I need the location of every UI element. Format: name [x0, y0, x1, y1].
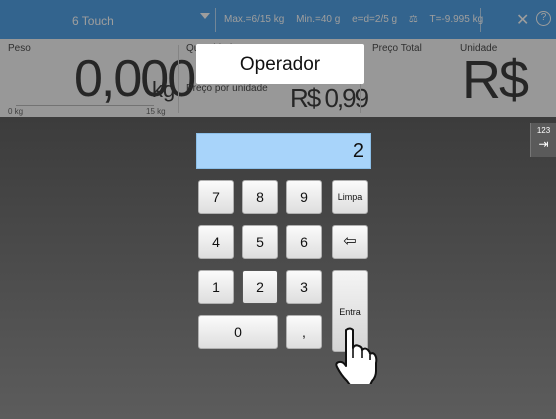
hand-cursor-icon — [335, 327, 378, 384]
key-3[interactable]: 3 — [286, 270, 322, 304]
side-panel[interactable]: 123 ⇥ — [530, 123, 556, 157]
key-4[interactable]: 4 — [198, 225, 234, 259]
key-1[interactable]: 1 — [198, 270, 234, 304]
backspace-icon[interactable]: ⇦ — [332, 225, 368, 259]
dialog-title-box: Operador — [196, 44, 364, 84]
key-8[interactable]: 8 — [242, 180, 278, 214]
side-panel-label: 123 — [536, 126, 551, 135]
clear-button[interactable]: Limpa — [332, 180, 368, 214]
key-comma[interactable]: , — [286, 315, 322, 349]
key-5[interactable]: 5 — [242, 225, 278, 259]
key-9[interactable]: 9 — [286, 180, 322, 214]
exit-icon[interactable]: ⇥ — [531, 137, 556, 151]
key-7[interactable]: 7 — [198, 180, 234, 214]
dialog-title: Operador — [239, 54, 321, 75]
operator-input-value: 2 — [352, 140, 364, 162]
key-0[interactable]: 0 — [198, 315, 278, 349]
app: 6 Touch Max.=6/15 kg Min.=40 g e=d=2/5 g… — [0, 0, 556, 419]
key-2[interactable]: 2 — [242, 270, 278, 304]
operator-input[interactable]: 2 — [196, 133, 371, 169]
key-6[interactable]: 6 — [286, 225, 322, 259]
